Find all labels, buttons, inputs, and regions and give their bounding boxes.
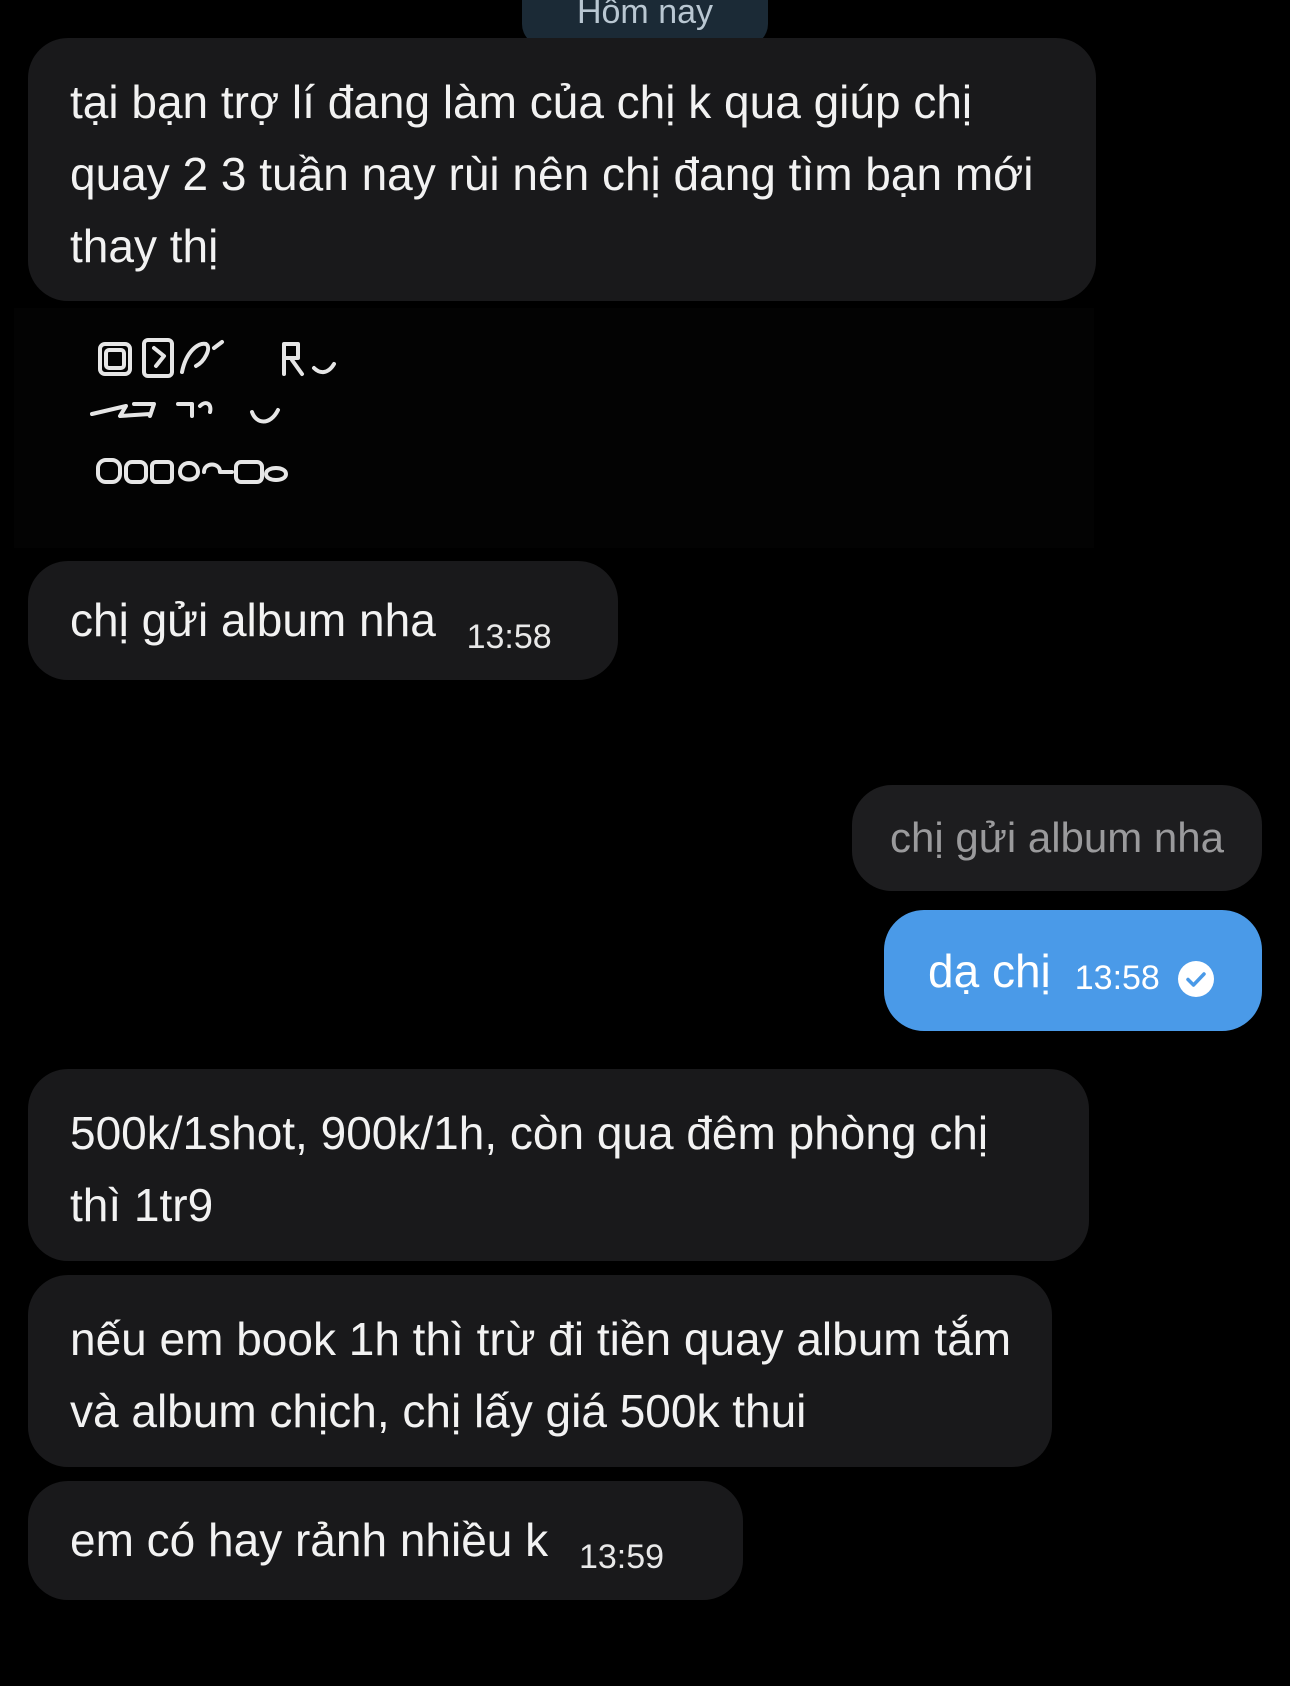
- message-time: 13:59: [578, 1538, 665, 1576]
- incoming-message-4[interactable]: nếu em book 1h thì trừ đi tiền quay albu…: [28, 1275, 1052, 1467]
- quoted-text: chị gửi album nha: [890, 814, 1224, 861]
- message-text: 500k/1shot, 900k/1h, còn qua đêm phòng c…: [70, 1107, 989, 1231]
- date-divider-label: Hôm nay: [576, 0, 714, 31]
- message-text: chị gửi album nha: [70, 594, 436, 646]
- message-text: tại bạn trợ lí đang làm của chị k qua gi…: [70, 76, 1034, 272]
- incoming-message-1[interactable]: tại bạn trợ lí đang làm của chị k qua gi…: [28, 38, 1096, 301]
- message-time: 13:58: [1074, 959, 1160, 997]
- check-circle-icon: [1177, 960, 1214, 997]
- sticker-scribble-graphic: [90, 338, 336, 484]
- blurry-sticker-image[interactable]: [14, 308, 1094, 548]
- incoming-message-3[interactable]: 500k/1shot, 900k/1h, còn qua đêm phòng c…: [28, 1069, 1089, 1261]
- outgoing-message[interactable]: dạ chị 13:58: [884, 910, 1262, 1031]
- message-text: dạ chị: [928, 944, 1051, 997]
- incoming-message-2[interactable]: chị gửi album nha 13:58: [28, 561, 618, 680]
- message-time: 13:58: [466, 618, 552, 656]
- quoted-reply-preview[interactable]: chị gửi album nha: [852, 785, 1262, 891]
- message-text: nếu em book 1h thì trừ đi tiền quay albu…: [70, 1313, 1012, 1437]
- incoming-message-5[interactable]: em có hay rảnh nhiều k 13:59: [28, 1481, 743, 1600]
- message-text: em có hay rảnh nhiều k: [70, 1514, 549, 1566]
